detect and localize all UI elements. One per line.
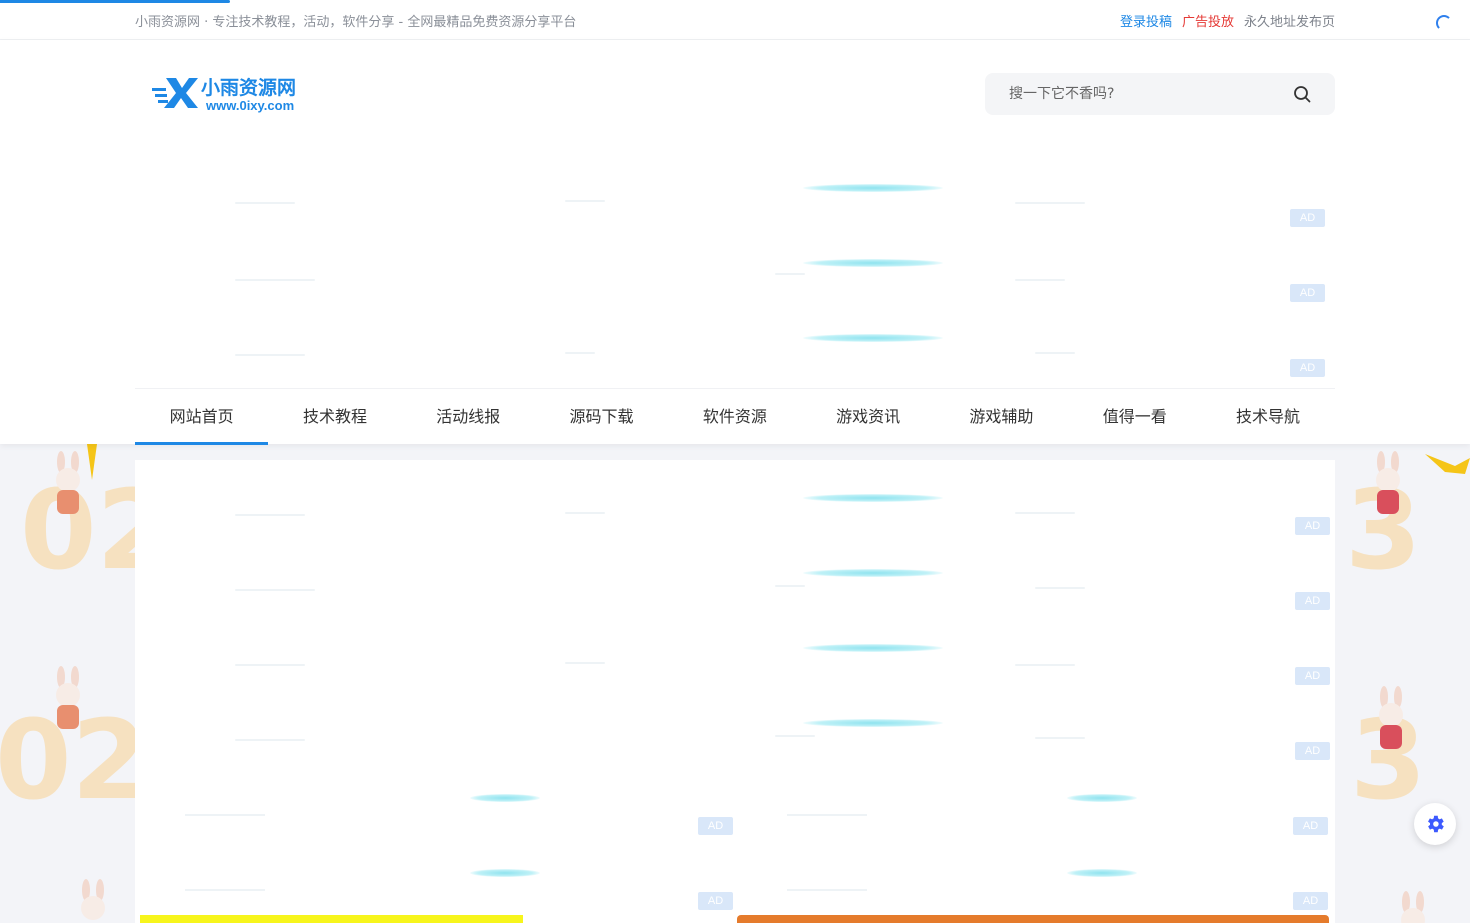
ad-badge: AD bbox=[698, 892, 733, 910]
search-input[interactable] bbox=[985, 73, 1285, 115]
ad-banner-image bbox=[470, 794, 540, 802]
ad-badge: AD bbox=[1295, 742, 1330, 760]
gear-icon bbox=[1428, 815, 1444, 833]
site-slogan: 小雨资源网 · 专注技术教程，活动，软件分享 - 全网最精品免费资源分享平台 bbox=[135, 15, 577, 30]
rabbit-illustration bbox=[1376, 451, 1400, 514]
promo-banner-orange[interactable] bbox=[737, 915, 1329, 923]
logo-url: www.0ixy.com bbox=[206, 98, 295, 113]
ad-banner[interactable]: AD bbox=[135, 695, 1335, 765]
rabbit-illustration bbox=[1401, 891, 1425, 923]
ad-banner-image bbox=[803, 719, 943, 727]
ad-badge: AD bbox=[698, 817, 733, 835]
nav-item-game-tools[interactable]: 游戏辅助 bbox=[935, 389, 1068, 445]
ad-badge: AD bbox=[1290, 209, 1325, 227]
ad-badge: AD bbox=[1293, 892, 1328, 910]
ad-badge: AD bbox=[1293, 817, 1328, 835]
ad-banner[interactable]: AD bbox=[135, 160, 1335, 230]
ad-banner-image bbox=[803, 259, 943, 267]
search-box bbox=[985, 73, 1335, 115]
ad-banner-half[interactable]: AD bbox=[135, 845, 733, 915]
promo-banner-yellow[interactable] bbox=[140, 915, 523, 923]
rabbit-illustration bbox=[81, 879, 105, 920]
ad-banner-image bbox=[803, 494, 943, 502]
site-logo[interactable]: 小雨资源网 www.0ixy.com bbox=[152, 72, 312, 120]
ad-badge: AD bbox=[1290, 284, 1325, 302]
ad-badge: AD bbox=[1295, 592, 1330, 610]
ad-banner-half[interactable]: AD bbox=[737, 845, 1335, 915]
login-submit-link[interactable]: 登录投稿 bbox=[1120, 11, 1172, 30]
ad-banner[interactable]: AD bbox=[135, 310, 1335, 380]
ad-badge: AD bbox=[1295, 517, 1330, 535]
rabbit-illustration bbox=[56, 666, 80, 729]
top-links: 登录投稿 广告投放 永久地址发布页 bbox=[1120, 11, 1335, 30]
logo-title: 小雨资源网 bbox=[201, 77, 297, 99]
ad-banner-half[interactable]: AD bbox=[135, 770, 733, 840]
ad-badge: AD bbox=[1295, 667, 1330, 685]
nav-item-tutorials[interactable]: 技术教程 bbox=[268, 389, 401, 445]
nav-item-software[interactable]: 软件资源 bbox=[668, 389, 801, 445]
nav-item-worth-seeing[interactable]: 值得一看 bbox=[1068, 389, 1201, 445]
ad-banner-image bbox=[1067, 794, 1137, 802]
permanent-address-link[interactable]: 永久地址发布页 bbox=[1244, 11, 1335, 30]
nav-item-activities[interactable]: 活动线报 bbox=[402, 389, 535, 445]
site-header: 小雨资源网 www.0ixy.com AD AD AD 网站首页 技术教程 活动… bbox=[0, 40, 1470, 445]
ad-banner-image bbox=[470, 869, 540, 877]
gold-ribbon-decoration bbox=[87, 444, 97, 480]
ad-badge: AD bbox=[1290, 359, 1325, 377]
ad-banner[interactable]: AD bbox=[135, 470, 1335, 540]
gold-ribbon-decoration bbox=[1425, 454, 1470, 474]
settings-button[interactable] bbox=[1414, 803, 1456, 845]
ad-banner-image bbox=[803, 334, 943, 342]
logo-x-icon bbox=[152, 78, 198, 108]
main-navigation: 网站首页 技术教程 活动线报 源码下载 软件资源 游戏资讯 游戏辅助 值得一看 … bbox=[135, 388, 1335, 445]
ad-banner[interactable]: AD bbox=[135, 620, 1335, 690]
ad-banner-image bbox=[803, 569, 943, 577]
ad-banner-image bbox=[1067, 869, 1137, 877]
main-content: AD AD AD AD AD AD AD AD bbox=[135, 460, 1335, 923]
nav-item-source-code[interactable]: 源码下载 bbox=[535, 389, 668, 445]
ad-banner-half[interactable]: AD bbox=[737, 770, 1335, 840]
nav-item-tech-nav[interactable]: 技术导航 bbox=[1201, 389, 1334, 445]
ad-banner[interactable]: AD bbox=[135, 235, 1335, 305]
loading-spinner-icon bbox=[1436, 15, 1452, 31]
search-icon[interactable] bbox=[1293, 85, 1311, 103]
ad-banner-image bbox=[803, 184, 943, 192]
page-load-progress bbox=[0, 0, 230, 3]
rabbit-illustration bbox=[1379, 686, 1403, 749]
ad-banner-image bbox=[803, 644, 943, 652]
nav-item-home[interactable]: 网站首页 bbox=[135, 389, 269, 445]
top-bar: 小雨资源网 · 专注技术教程，活动，软件分享 - 全网最精品免费资源分享平台 登… bbox=[0, 0, 1470, 40]
nav-item-game-news[interactable]: 游戏资讯 bbox=[801, 389, 934, 445]
ad-banner[interactable]: AD bbox=[135, 545, 1335, 615]
advertise-link[interactable]: 广告投放 bbox=[1182, 11, 1234, 30]
